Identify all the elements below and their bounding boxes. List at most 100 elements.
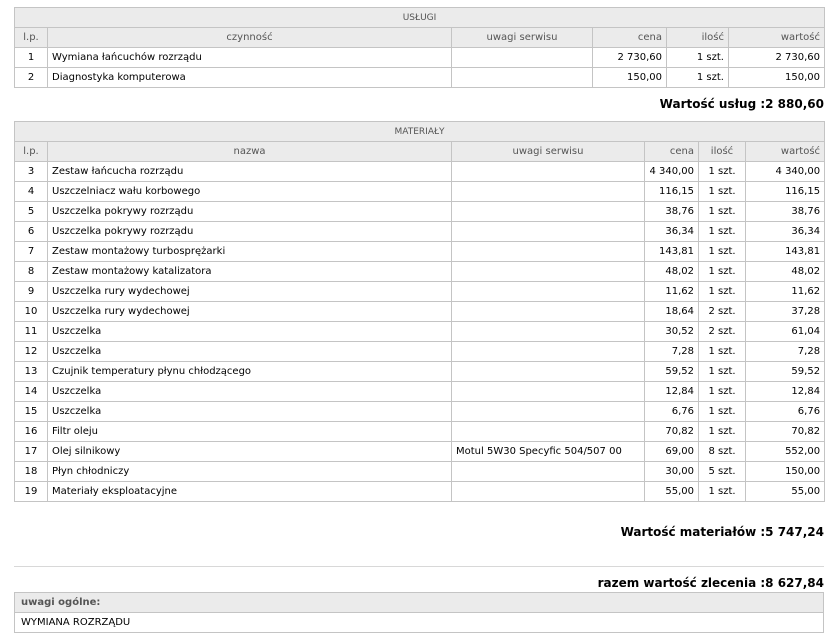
row-lp: 18 bbox=[14, 461, 48, 482]
row-price: 30,52 bbox=[644, 321, 699, 342]
table-row: 9 Uszczelka rury wydechowej 11,62 1 szt. 11,… bbox=[14, 281, 826, 302]
materials-table: MATERIAŁY l.p. nazwa uwagi serwisu cena … bbox=[13, 121, 826, 502]
row-value: 70,82 bbox=[744, 421, 826, 442]
row-price: 7,28 bbox=[644, 341, 699, 362]
row-price: 12,84 bbox=[644, 381, 699, 402]
row-lp: 11 bbox=[14, 321, 48, 342]
notes-label: uwagi ogólne: bbox=[14, 592, 824, 613]
row-lp: 12 bbox=[14, 341, 48, 362]
row-qty: 1 szt. bbox=[666, 67, 729, 88]
divider bbox=[14, 566, 824, 567]
row-name: Uszczelniacz wału korbowego bbox=[47, 181, 452, 202]
row-qty: 5 szt. bbox=[698, 461, 746, 482]
row-name: Zestaw montażowy turbosprężarki bbox=[47, 241, 452, 262]
row-price: 150,00 bbox=[592, 67, 667, 88]
row-value: 59,52 bbox=[744, 361, 826, 382]
row-service-note bbox=[451, 321, 645, 342]
row-price: 69,00 bbox=[644, 441, 699, 462]
row-value: 552,00 bbox=[744, 441, 826, 462]
row-service-note bbox=[451, 241, 645, 262]
table-row: 1 Wymiana łańcuchów rozrządu 2 730,60 1 szt… bbox=[14, 47, 826, 68]
table-row: 2 Diagnostyka komputerowa 150,00 1 szt. 150,… bbox=[14, 67, 826, 88]
row-qty: 2 szt. bbox=[698, 301, 746, 322]
row-name: Uszczelka rury wydechowej bbox=[47, 301, 452, 322]
table-row: 4 Uszczelniacz wału korbowego 116,15 1 szt.… bbox=[14, 181, 826, 202]
row-value: 6,76 bbox=[744, 401, 826, 422]
row-name: Wymiana łańcuchów rozrządu bbox=[47, 47, 452, 68]
row-service-note bbox=[451, 221, 645, 242]
row-price: 59,52 bbox=[644, 361, 699, 382]
header-activity: czynność bbox=[47, 27, 452, 48]
row-lp: 19 bbox=[14, 481, 48, 502]
row-value: 150,00 bbox=[727, 67, 826, 88]
general-notes: uwagi ogólne: WYMIANA ROZRZĄDU bbox=[14, 592, 824, 633]
header-qty: ilość bbox=[698, 141, 746, 162]
header-lp: l.p. bbox=[14, 141, 48, 162]
row-qty: 1 szt. bbox=[698, 361, 746, 382]
row-name: Diagnostyka komputerowa bbox=[47, 67, 452, 88]
services-table: USŁUGI l.p. czynność uwagi serwisu cena … bbox=[13, 7, 826, 88]
table-row: 3 Zestaw łańcucha rozrządu 4 340,00 1 szt. 4… bbox=[14, 161, 826, 182]
notes-text: WYMIANA ROZRZĄDU bbox=[14, 612, 824, 633]
row-value: 150,00 bbox=[744, 461, 826, 482]
row-name: Uszczelka pokrywy rozrządu bbox=[47, 201, 452, 222]
table-row: 19 Materiały eksploatacyjne 55,00 1 szt. 55,… bbox=[14, 481, 826, 502]
row-value: 61,04 bbox=[744, 321, 826, 342]
row-qty: 1 szt. bbox=[698, 421, 746, 442]
table-row: 10 Uszczelka rury wydechowej 18,64 2 szt. 37… bbox=[14, 301, 826, 322]
row-value: 7,28 bbox=[744, 341, 826, 362]
row-service-note bbox=[451, 201, 645, 222]
services-total: Wartość usług :2 880,60 bbox=[659, 97, 824, 111]
row-lp: 4 bbox=[14, 181, 48, 202]
row-value: 37,28 bbox=[744, 301, 826, 322]
row-value: 55,00 bbox=[744, 481, 826, 502]
row-name: Olej silnikowy bbox=[47, 441, 452, 462]
table-row: 13 Czujnik temperatury płynu chłodzącego 5… bbox=[14, 361, 826, 382]
row-service-note bbox=[451, 361, 645, 382]
row-qty: 2 szt. bbox=[698, 321, 746, 342]
row-lp: 15 bbox=[14, 401, 48, 422]
row-name: Uszczelka bbox=[47, 321, 452, 342]
row-service-note bbox=[451, 261, 645, 282]
row-qty: 1 szt. bbox=[698, 161, 746, 182]
row-price: 70,82 bbox=[644, 421, 699, 442]
row-lp: 2 bbox=[14, 67, 48, 88]
row-name: Uszczelka pokrywy rozrządu bbox=[47, 221, 452, 242]
table-row: 16 Filtr oleju 70,82 1 szt. 70,82 bbox=[14, 421, 826, 442]
row-lp: 10 bbox=[14, 301, 48, 322]
row-lp: 1 bbox=[14, 47, 48, 68]
table-row: 5 Uszczelka pokrywy rozrządu 38,76 1 szt. 38… bbox=[14, 201, 826, 222]
row-service-note bbox=[451, 401, 645, 422]
row-lp: 14 bbox=[14, 381, 48, 402]
row-qty: 1 szt. bbox=[666, 47, 729, 68]
materials-caption: MATERIAŁY bbox=[13, 121, 826, 142]
row-price: 6,76 bbox=[644, 401, 699, 422]
row-service-note bbox=[451, 47, 593, 68]
row-value: 116,15 bbox=[744, 181, 826, 202]
row-lp: 3 bbox=[14, 161, 48, 182]
row-name: Zestaw montażowy katalizatora bbox=[47, 261, 452, 282]
row-service-note bbox=[451, 181, 645, 202]
row-value: 2 730,60 bbox=[727, 47, 826, 68]
row-price: 2 730,60 bbox=[592, 47, 667, 68]
row-lp: 6 bbox=[14, 221, 48, 242]
table-row: 17 Olej silnikowy Motul 5W30 Specyfic 504/… bbox=[14, 441, 826, 462]
row-qty: 1 szt. bbox=[698, 181, 746, 202]
header-value: wartość bbox=[727, 27, 826, 48]
row-qty: 1 szt. bbox=[698, 401, 746, 422]
row-lp: 16 bbox=[14, 421, 48, 442]
table-row: 14 Uszczelka 12,84 1 szt. 12,84 bbox=[14, 381, 826, 402]
row-lp: 5 bbox=[14, 201, 48, 222]
header-price: cena bbox=[644, 141, 699, 162]
table-row: 15 Uszczelka 6,76 1 szt. 6,76 bbox=[14, 401, 826, 422]
row-value: 12,84 bbox=[744, 381, 826, 402]
row-lp: 7 bbox=[14, 241, 48, 262]
table-row: 18 Płyn chłodniczy 30,00 5 szt. 150,00 bbox=[14, 461, 826, 482]
row-service-note bbox=[451, 301, 645, 322]
row-service-note bbox=[451, 281, 645, 302]
row-service-note: Motul 5W30 Specyfic 504/507 00 bbox=[451, 441, 645, 462]
grand-total: razem wartość zlecenia :8 627,84 bbox=[597, 576, 824, 590]
row-value: 11,62 bbox=[744, 281, 826, 302]
row-lp: 17 bbox=[14, 441, 48, 462]
row-service-note bbox=[451, 341, 645, 362]
